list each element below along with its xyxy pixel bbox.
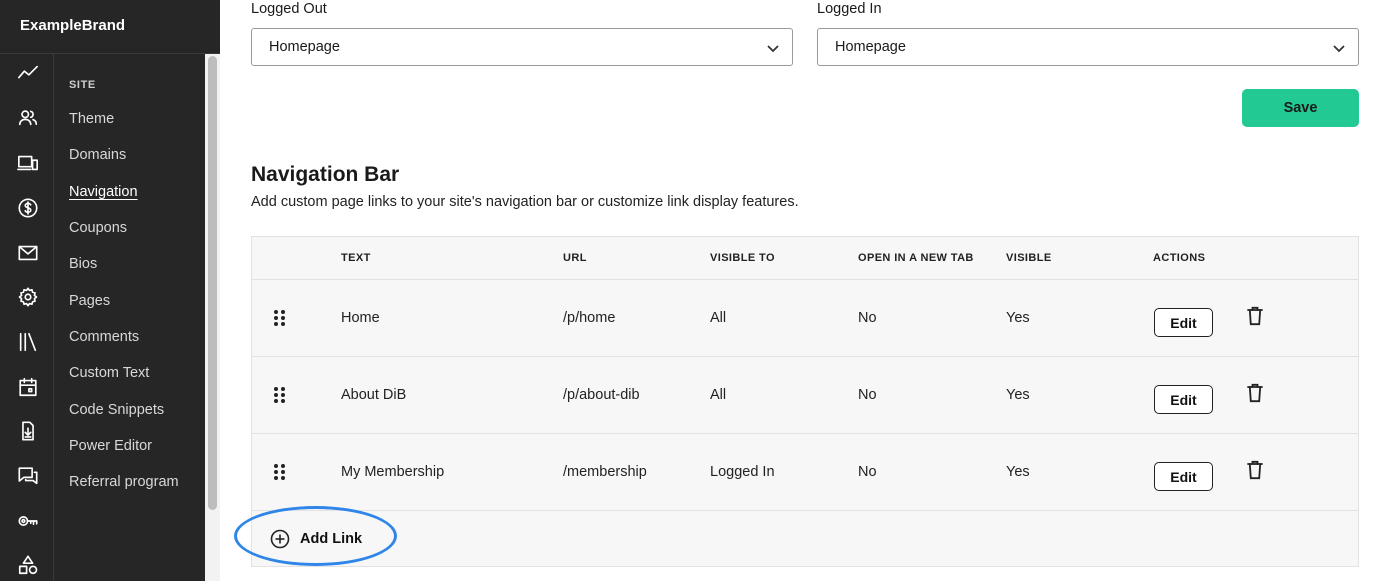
cell-url: /p/about-dib — [563, 387, 640, 403]
cell-visible-to: All — [710, 387, 727, 403]
edit-button[interactable]: Edit — [1154, 308, 1213, 337]
cell-text: About DiB — [341, 387, 407, 403]
column-header-url: URL — [563, 252, 587, 264]
sidebar-item-power-editor[interactable]: Power Editor — [69, 438, 152, 454]
add-link-button[interactable]: Add Link — [270, 527, 362, 551]
logged-out-label: Logged Out — [251, 1, 327, 17]
calendar-icon[interactable] — [14, 373, 42, 401]
members-icon[interactable] — [14, 104, 42, 132]
drag-handle-icon[interactable] — [274, 387, 286, 404]
navigation-links-table: TEXT URL VISIBLE TO OPEN IN A NEW TAB VI… — [251, 236, 1359, 567]
trash-icon[interactable] — [1246, 383, 1264, 403]
chevron-down-icon — [1332, 41, 1346, 55]
sidebar-item-comments[interactable]: Comments — [69, 329, 139, 345]
brand-name[interactable]: ExampleBrand — [20, 17, 125, 34]
section-label-site: SITE — [69, 79, 96, 91]
save-button[interactable]: Save — [1242, 89, 1359, 127]
download-icon[interactable] — [14, 417, 42, 445]
billing-dollar-icon[interactable] — [14, 194, 42, 222]
site-nav-panel: SITE Theme Domains Navigation Coupons Bi… — [54, 54, 205, 581]
trash-icon[interactable] — [1246, 306, 1264, 326]
table-row: My Membership /membership Logged In No Y… — [252, 434, 1358, 511]
edit-button[interactable]: Edit — [1154, 462, 1213, 491]
sidebar-item-referral-program[interactable]: Referral program — [69, 474, 179, 490]
cell-visible: Yes — [1006, 464, 1030, 480]
edit-button[interactable]: Edit — [1154, 385, 1213, 414]
trash-icon[interactable] — [1246, 460, 1264, 480]
cell-visible: Yes — [1006, 310, 1030, 326]
drag-handle-icon[interactable] — [274, 464, 286, 481]
sidebar-item-bios[interactable]: Bios — [69, 256, 97, 272]
column-header-open-new-tab: OPEN IN A NEW TAB — [858, 252, 974, 264]
cell-new-tab: No — [858, 387, 877, 403]
add-link-label: Add Link — [300, 531, 363, 547]
cell-url: /p/home — [563, 310, 616, 326]
sidebar-item-navigation[interactable]: Navigation — [69, 184, 138, 200]
cell-new-tab: No — [858, 310, 877, 326]
mail-icon[interactable] — [14, 239, 42, 267]
analytics-icon[interactable] — [14, 59, 42, 87]
page-title: Navigation Bar — [251, 163, 400, 186]
table-row: About DiB /p/about-dib All No Yes Edit — [252, 357, 1358, 434]
table-header: TEXT URL VISIBLE TO OPEN IN A NEW TAB VI… — [252, 237, 1358, 280]
sidebar-item-domains[interactable]: Domains — [69, 147, 126, 163]
cell-new-tab: No — [858, 464, 877, 480]
shapes-icon[interactable] — [14, 551, 42, 579]
logged-out-select-value: Homepage — [269, 39, 340, 55]
sidebar-item-code-snippets[interactable]: Code Snippets — [69, 402, 164, 418]
sidebar-scrollbar-thumb[interactable] — [208, 56, 217, 510]
sidebar-item-custom-text[interactable]: Custom Text — [69, 365, 149, 381]
cell-text: Home — [341, 310, 380, 326]
table-row: Home /p/home All No Yes Edit — [252, 280, 1358, 357]
icon-rail — [0, 54, 54, 581]
logged-in-label: Logged In — [817, 1, 882, 17]
column-header-visible-to: VISIBLE TO — [710, 252, 775, 264]
cell-visible: Yes — [1006, 387, 1030, 403]
sidebar-item-pages[interactable]: Pages — [69, 293, 110, 309]
logged-in-select-value: Homepage — [835, 39, 906, 55]
chevron-down-icon — [766, 41, 780, 55]
cell-visible-to: Logged In — [710, 464, 775, 480]
sidebar: ExampleBrand SITE Theme Domains Navigati… — [0, 0, 220, 581]
cell-text: My Membership — [341, 464, 445, 480]
site-devices-icon[interactable] — [14, 149, 42, 177]
column-header-actions: ACTIONS — [1153, 252, 1206, 264]
logged-out-landing-select[interactable]: Homepage — [251, 28, 793, 66]
sidebar-item-theme[interactable]: Theme — [69, 111, 114, 127]
settings-gear-icon[interactable] — [14, 283, 42, 311]
cell-url: /membership — [563, 464, 647, 480]
logged-in-landing-select[interactable]: Homepage — [817, 28, 1359, 66]
column-header-text: TEXT — [341, 252, 371, 264]
chat-icon[interactable] — [14, 462, 42, 490]
plus-circle-icon — [270, 529, 290, 549]
sidebar-item-coupons[interactable]: Coupons — [69, 220, 127, 236]
library-icon[interactable] — [14, 328, 42, 356]
brand-header: ExampleBrand — [0, 0, 220, 54]
key-icon[interactable] — [14, 507, 42, 535]
drag-handle-icon[interactable] — [274, 310, 286, 327]
column-header-visible: VISIBLE — [1006, 252, 1052, 264]
section-description: Add custom page links to your site's nav… — [251, 194, 799, 210]
cell-visible-to: All — [710, 310, 727, 326]
